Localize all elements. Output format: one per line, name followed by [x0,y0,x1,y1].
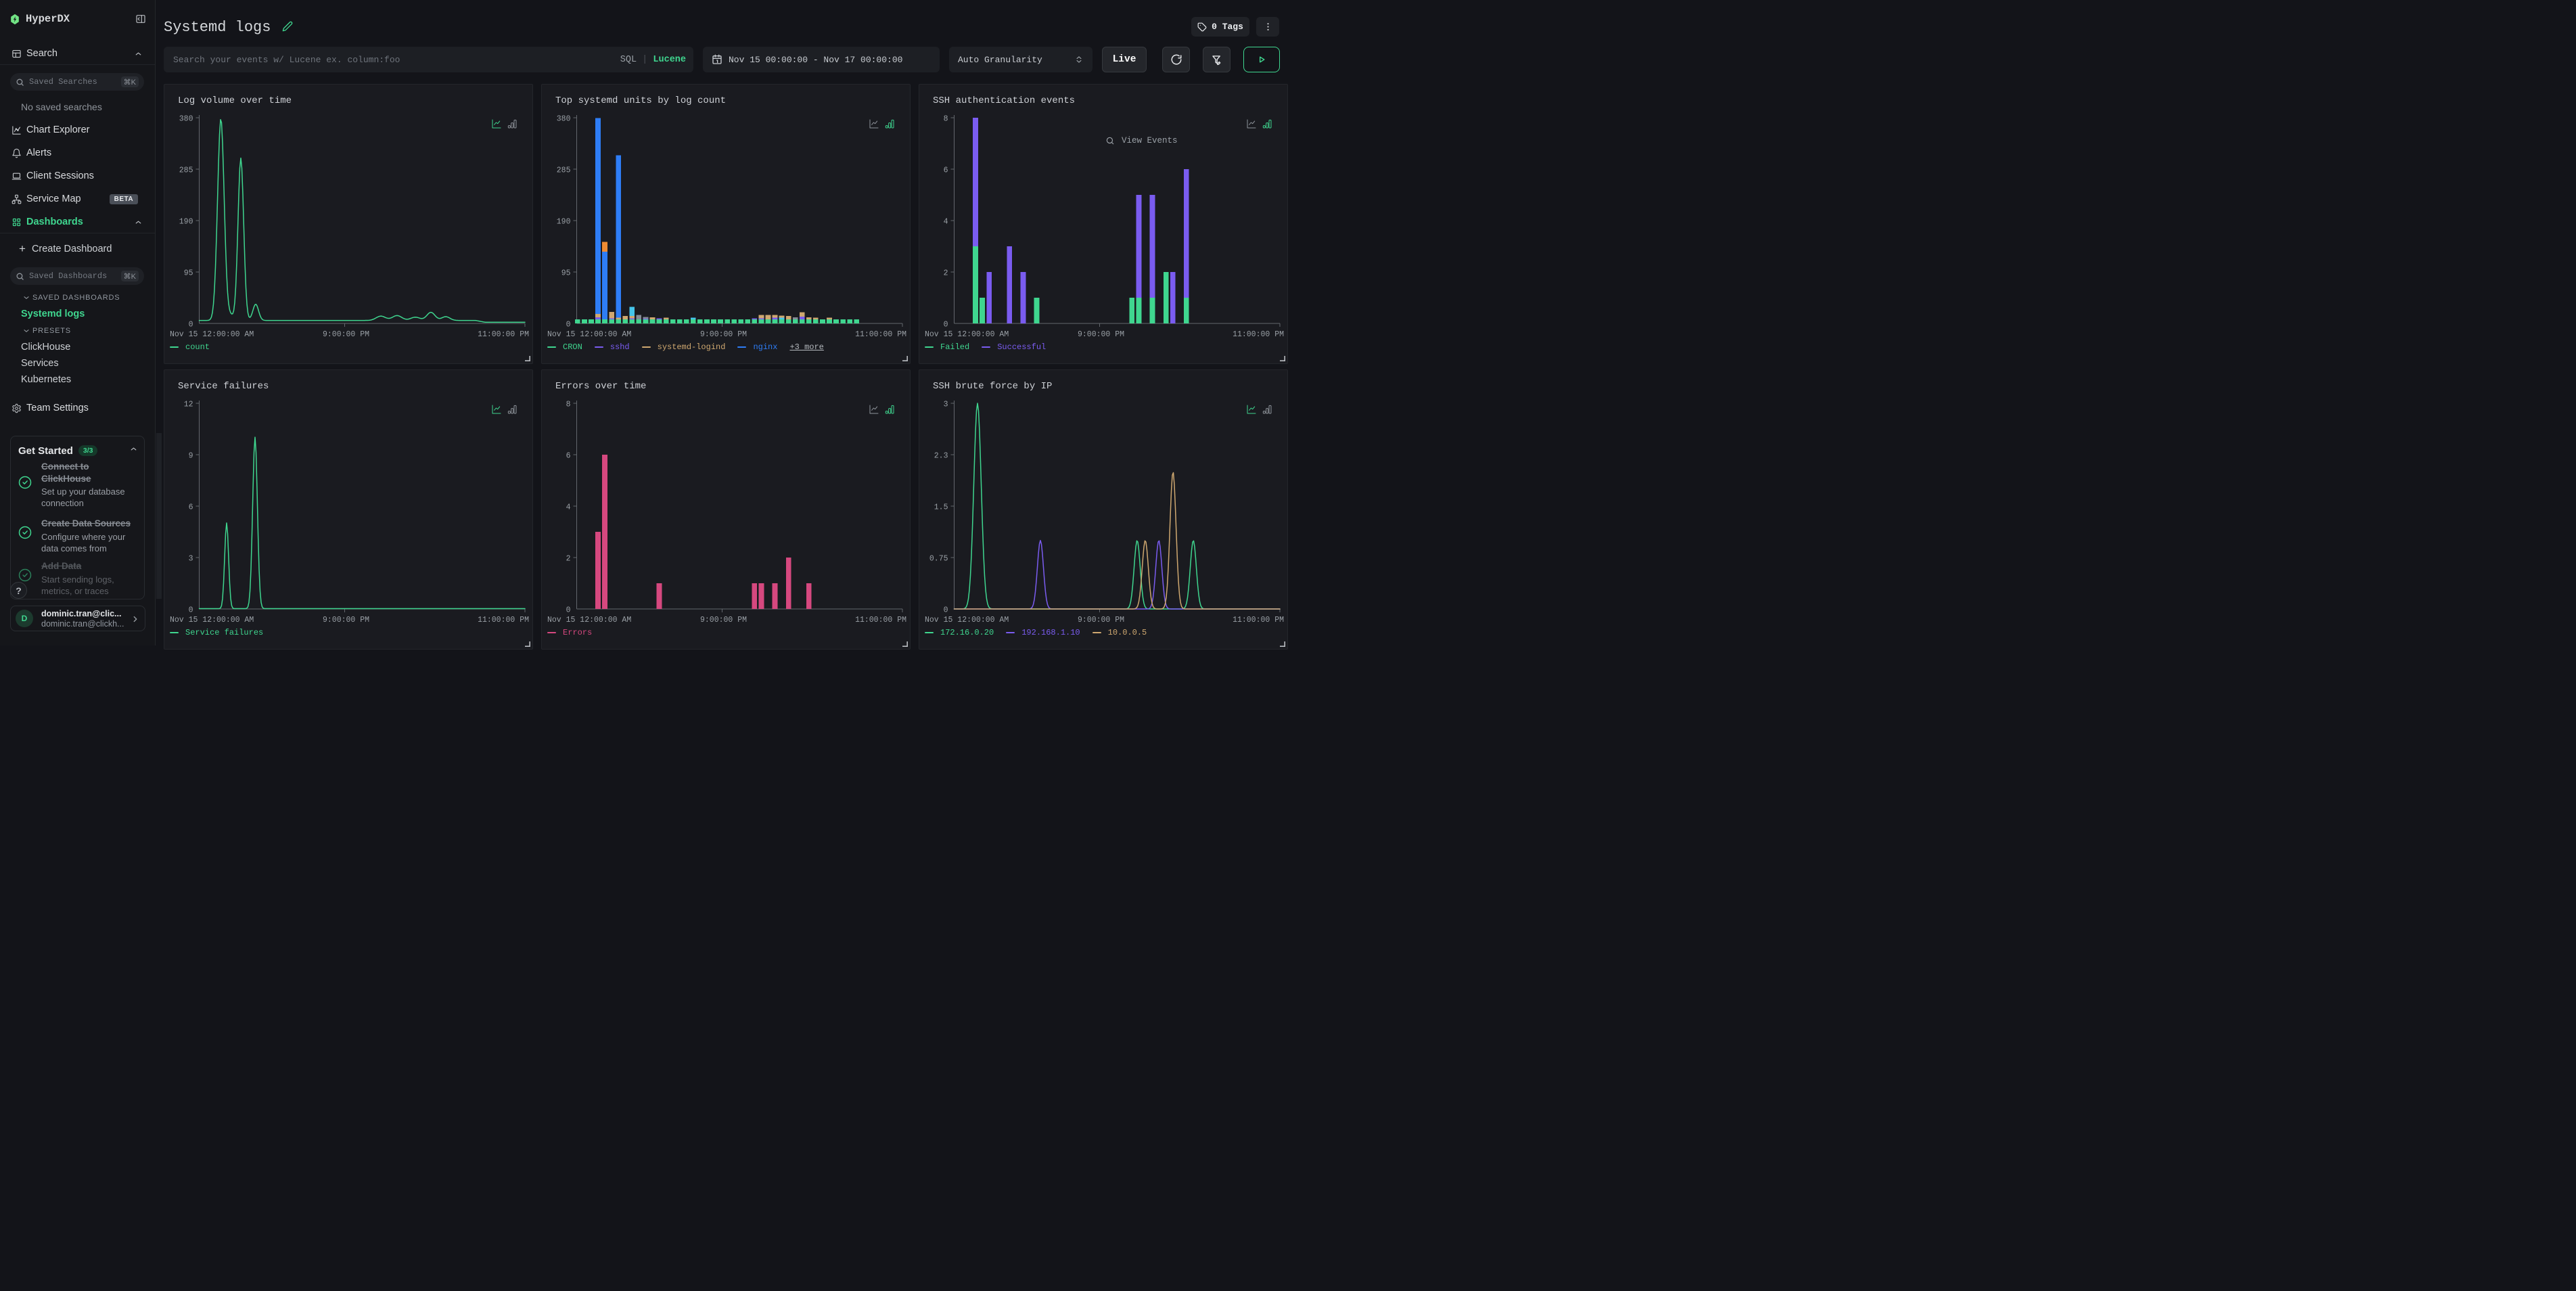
svg-text:Nov 15 12:00:00 AM: Nov 15 12:00:00 AM [170,330,254,339]
svg-text:11:00:00 PM: 11:00:00 PM [855,330,906,339]
svg-text:0.75: 0.75 [929,555,948,564]
svg-text:11:00:00 PM: 11:00:00 PM [1233,616,1284,625]
svg-text:95: 95 [561,269,571,278]
svg-text:0: 0 [189,606,193,615]
svg-text:190: 190 [557,218,571,227]
svg-text:9:00:00 PM: 9:00:00 PM [323,330,369,339]
svg-text:285: 285 [179,166,193,175]
svg-text:8: 8 [944,115,948,124]
svg-text:2: 2 [944,269,948,278]
svg-text:0: 0 [944,606,948,615]
svg-text:6: 6 [566,452,571,461]
svg-text:0: 0 [944,321,948,330]
svg-text:0: 0 [566,606,571,615]
svg-text:Nov 15 12:00:00 AM: Nov 15 12:00:00 AM [547,330,631,339]
svg-text:Nov 15 12:00:00 AM: Nov 15 12:00:00 AM [925,616,1009,625]
svg-text:9: 9 [189,452,193,461]
svg-text:9:00:00 PM: 9:00:00 PM [323,616,369,625]
svg-text:9:00:00 PM: 9:00:00 PM [1078,330,1124,339]
svg-text:6: 6 [189,503,193,512]
svg-text:2: 2 [566,555,571,564]
svg-text:8: 8 [566,401,571,409]
svg-text:380: 380 [179,115,193,124]
svg-text:Nov 15 12:00:00 AM: Nov 15 12:00:00 AM [925,330,1009,339]
svg-text:4: 4 [566,503,571,512]
svg-text:Nov 15 12:00:00 AM: Nov 15 12:00:00 AM [547,616,631,625]
svg-text:11:00:00 PM: 11:00:00 PM [1233,330,1284,339]
svg-text:9:00:00 PM: 9:00:00 PM [700,330,747,339]
svg-text:12: 12 [184,401,193,409]
svg-text:0: 0 [189,321,193,330]
svg-text:285: 285 [557,166,571,175]
svg-text:11:00:00 PM: 11:00:00 PM [478,616,529,625]
svg-text:9:00:00 PM: 9:00:00 PM [700,616,747,625]
svg-text:6: 6 [944,166,948,175]
svg-text:9:00:00 PM: 9:00:00 PM [1078,616,1124,625]
svg-text:Nov 15 12:00:00 AM: Nov 15 12:00:00 AM [170,616,254,625]
svg-text:4: 4 [944,218,948,227]
svg-text:95: 95 [184,269,193,278]
svg-text:1.5: 1.5 [934,503,948,512]
svg-text:11:00:00 PM: 11:00:00 PM [478,330,529,339]
svg-text:380: 380 [557,115,571,124]
svg-text:3: 3 [944,401,948,409]
svg-text:3: 3 [189,555,193,564]
svg-text:0: 0 [566,321,571,330]
svg-text:190: 190 [179,218,193,227]
svg-text:11:00:00 PM: 11:00:00 PM [855,616,906,625]
svg-text:2.3: 2.3 [934,452,948,461]
